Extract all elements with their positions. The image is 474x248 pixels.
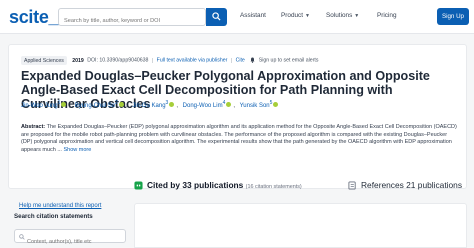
cited-by-count: Cited by 33 publications [147, 180, 244, 190]
search-citation-heading: Search citation statements [14, 213, 93, 220]
global-search-box[interactable] [58, 8, 206, 29]
separator: | [230, 57, 233, 64]
doi-text[interactable]: DOI: 10.3390/app9040638 [87, 58, 148, 64]
nav-solutions[interactable]: Solutions ▼ [326, 12, 359, 19]
paper-meta: Applied Sciences 2019 DOI: 10.3390/app90… [21, 56, 318, 65]
author-affiliation: 4 [222, 100, 226, 106]
chevron-down-icon: ▼ [305, 13, 310, 19]
search-icon [19, 234, 25, 240]
author-affiliation: 3 [165, 100, 169, 106]
publisher-link[interactable]: Full text available via publisher [157, 58, 228, 64]
author-separator: , [68, 103, 71, 109]
author-name[interactable]: Dong-Woo Lim [183, 103, 223, 109]
citation-search-box[interactable] [14, 229, 126, 248]
citation-search-input[interactable] [15, 236, 125, 248]
global-search-input[interactable] [59, 13, 205, 29]
cited-by-tab[interactable]: Cited by 33 publications (16 citation st… [134, 180, 302, 190]
email-alerts-link[interactable]: Sign up to set email alerts [259, 58, 319, 64]
author-name[interactable]: Yunsik Son [240, 103, 270, 109]
paper-card: Applied Sciences 2019 DOI: 10.3390/app90… [8, 44, 467, 189]
sign-up-button[interactable]: Sign Up [437, 8, 469, 25]
nav-product-label: Product [281, 12, 304, 19]
author-name[interactable]: Jin-Woo Jung [21, 103, 58, 109]
references-tab[interactable]: References 21 publications [348, 180, 462, 190]
cite-link[interactable]: Cite [236, 58, 245, 64]
orcid-icon[interactable] [273, 102, 279, 107]
nav-assistant[interactable]: Assistant [240, 12, 266, 19]
chevron-down-icon: ▼ [354, 13, 360, 19]
author-separator: , [176, 103, 178, 109]
separator: | [151, 57, 154, 64]
publication-year: 2019 [72, 57, 84, 64]
references-icon [348, 181, 356, 190]
journal-tag[interactable]: Applied Sciences [21, 56, 67, 65]
references-count: References 21 publications [361, 180, 463, 190]
nav-solutions-label: Solutions [326, 12, 353, 19]
bell-icon [250, 57, 255, 63]
help-understand-report-link[interactable]: Help me understand this report [19, 203, 101, 209]
orcid-icon[interactable] [118, 102, 124, 107]
orcid-icon[interactable] [226, 102, 232, 107]
author-list: Jin-Woo Jung1, Byung-Chul So2, Jin-Gu Ka… [21, 100, 280, 109]
author-separator: , [233, 103, 236, 109]
author-name[interactable]: Jin-Gu Kang [132, 103, 165, 109]
nav-product[interactable]: Product ▼ [281, 12, 310, 19]
orcid-icon[interactable] [169, 102, 175, 107]
author-separator: , [125, 103, 128, 109]
author-affiliation: 1 [57, 100, 61, 106]
abstract: Abstract: The Expanded Douglas–Peucker (… [21, 124, 457, 155]
nav-pricing[interactable]: Pricing [377, 12, 397, 19]
citation-statements-count: (16 citation statements) [245, 184, 302, 190]
author-name[interactable]: Byung-Chul So [75, 103, 115, 109]
citation-statements-panel [134, 203, 467, 248]
abstract-label: Abstract: [21, 124, 46, 130]
top-navigation-bar: scite_ Assistant Product▼ Solutions▼ Pri… [0, 0, 474, 34]
show-more-link[interactable]: Show more [62, 147, 91, 153]
orcid-icon[interactable] [61, 102, 67, 107]
search-icon [212, 12, 221, 21]
citation-quote-icon [134, 181, 143, 190]
author-affiliation: 2 [115, 100, 118, 106]
search-button[interactable] [206, 8, 227, 26]
author-affiliation: 5 [269, 100, 273, 106]
scite-logo[interactable]: scite_ [9, 7, 59, 28]
